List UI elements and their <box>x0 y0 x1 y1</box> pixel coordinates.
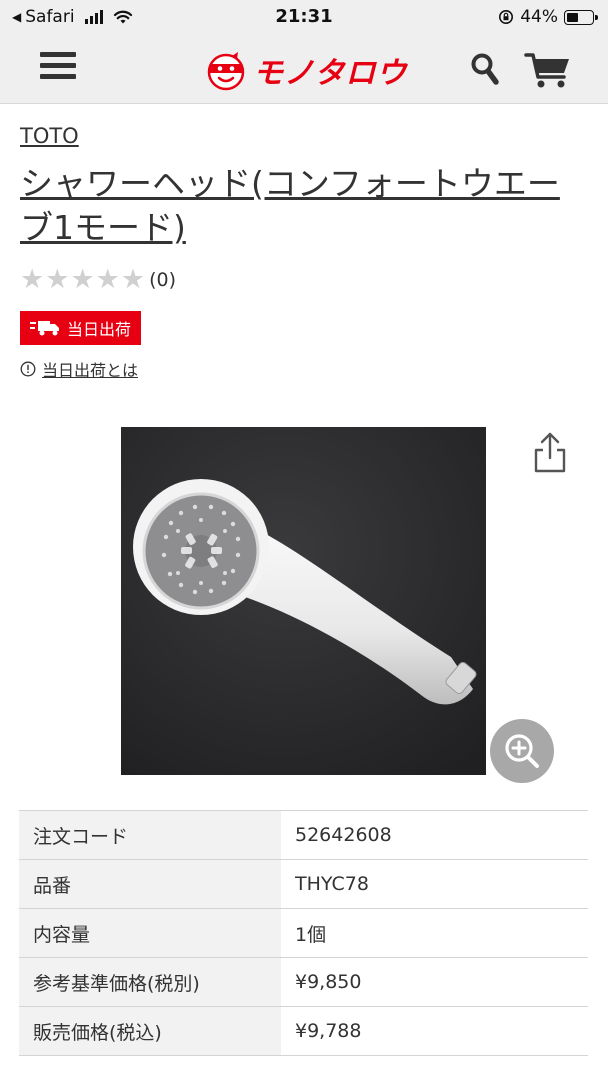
info-icon <box>20 361 36 377</box>
table-row: 参考基準価格(税別) ¥9,850 <box>19 957 588 1007</box>
menu-icon <box>40 52 76 57</box>
search-button[interactable] <box>470 52 500 86</box>
spec-value: 52642608 <box>281 810 588 860</box>
rotation-lock-icon <box>499 10 514 24</box>
spec-label: 内容量 <box>19 908 281 958</box>
table-row: 注文コード 52642608 <box>19 810 588 860</box>
cart-button[interactable] <box>524 50 572 90</box>
site-logo[interactable]: モノタロウ <box>205 48 407 92</box>
spec-label: 参考基準価格(税別) <box>19 957 281 1007</box>
search-icon <box>471 53 499 85</box>
star-icon: ★ <box>70 264 95 295</box>
battery-icon <box>564 9 598 25</box>
brand-link[interactable]: TOTO <box>20 124 79 148</box>
spec-label: 注文コード <box>19 810 281 860</box>
status-bar: ◀ Safari 21:31 44% <box>0 0 608 34</box>
product-image[interactable] <box>121 427 486 775</box>
menu-button[interactable] <box>40 52 76 84</box>
star-icon: ★ <box>120 264 146 295</box>
table-row: 販売価格(税込) ¥9,788 <box>19 1006 588 1056</box>
shipping-info-label: 当日出荷とは <box>42 361 139 380</box>
spec-value: 1個 <box>281 908 588 958</box>
battery-percent: 44% <box>520 7 558 27</box>
product-title[interactable]: シャワーヘッド(コンフォートウエーブ1モード) <box>20 162 588 250</box>
table-row: 品番 THYC78 <box>19 859 588 909</box>
zoom-button[interactable] <box>490 719 554 783</box>
spec-value: THYC78 <box>281 859 588 909</box>
rating[interactable]: ★ ★ ★ ★ ★ (0) <box>20 266 176 294</box>
spec-value: ¥9,850 <box>281 957 588 1007</box>
star-icon: ★ <box>20 264 45 295</box>
shipping-badge-label: 当日出荷 <box>67 320 132 339</box>
logo-icon <box>207 52 245 91</box>
same-day-shipping-badge: 当日出荷 <box>20 311 141 345</box>
star-rating: ★ ★ ★ ★ ★ <box>20 266 145 294</box>
spec-value: ¥9,788 <box>281 1006 588 1056</box>
table-row: 内容量 1個 <box>19 908 588 958</box>
spec-table: 注文コード 52642608 品番 THYC78 内容量 1個 参考基準価格(税… <box>19 810 588 1056</box>
shipping-info-link[interactable]: 当日出荷とは <box>20 357 138 381</box>
logo-text: モノタロウ <box>253 56 408 91</box>
shower-head-photo <box>121 427 486 775</box>
share-icon <box>534 432 566 473</box>
site-header: モノタロウ <box>0 34 608 104</box>
delivery-truck-icon <box>30 321 59 336</box>
review-count: (0) <box>149 269 177 291</box>
spec-label: 品番 <box>19 859 281 909</box>
zoom-in-icon <box>505 734 539 768</box>
share-button[interactable] <box>530 430 570 474</box>
cart-icon <box>524 53 569 88</box>
star-icon: ★ <box>45 264 70 295</box>
star-icon: ★ <box>95 264 120 295</box>
spec-label: 販売価格(税込) <box>19 1006 281 1056</box>
